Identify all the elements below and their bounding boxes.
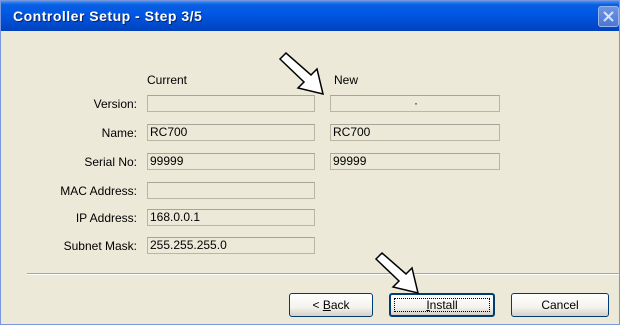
install-focus-ring <box>394 298 490 312</box>
subnet-mask-current-field: 255.255.255.0 <box>147 237 315 254</box>
arrow-pointer-icon <box>278 51 325 96</box>
dialog-title: Controller Setup - Step 3/5 <box>13 8 203 24</box>
current-column-header: Current <box>147 73 188 87</box>
ip-address-label: IP Address: <box>75 211 137 225</box>
ip-address-current-field: 168.0.0.1 <box>147 209 315 226</box>
back-button-prefix: < <box>312 298 323 312</box>
serial-no-new-field: 99999 <box>330 153 500 170</box>
back-button[interactable]: < Back <box>289 293 373 317</box>
mac-address-current-field <box>147 182 315 199</box>
name-current-field: RC700 <box>147 124 315 141</box>
arrow-pointer-icon <box>374 251 420 295</box>
name-new-field: RC700 <box>330 124 500 141</box>
version-new-field: · <box>330 95 500 112</box>
subnet-mask-label: Subnet Mask: <box>63 239 137 253</box>
serial-no-label: Serial No: <box>84 155 137 169</box>
mac-address-label: MAC Address: <box>60 184 137 198</box>
back-button-mnemonic: B <box>322 298 331 312</box>
back-button-label: ack <box>330 298 350 312</box>
setup-dialog: Controller Setup - Step 3/5 Current New … <box>0 0 620 325</box>
serial-no-current-field: 99999 <box>147 153 315 170</box>
button-separator <box>27 273 619 275</box>
new-column-header: New <box>334 73 359 87</box>
version-label: Version: <box>93 97 137 111</box>
cancel-button[interactable]: Cancel <box>511 293 609 317</box>
close-button[interactable] <box>598 6 619 27</box>
title-bar: Controller Setup - Step 3/5 <box>1 1 619 31</box>
close-icon <box>603 11 614 22</box>
name-label: Name: <box>101 126 137 140</box>
